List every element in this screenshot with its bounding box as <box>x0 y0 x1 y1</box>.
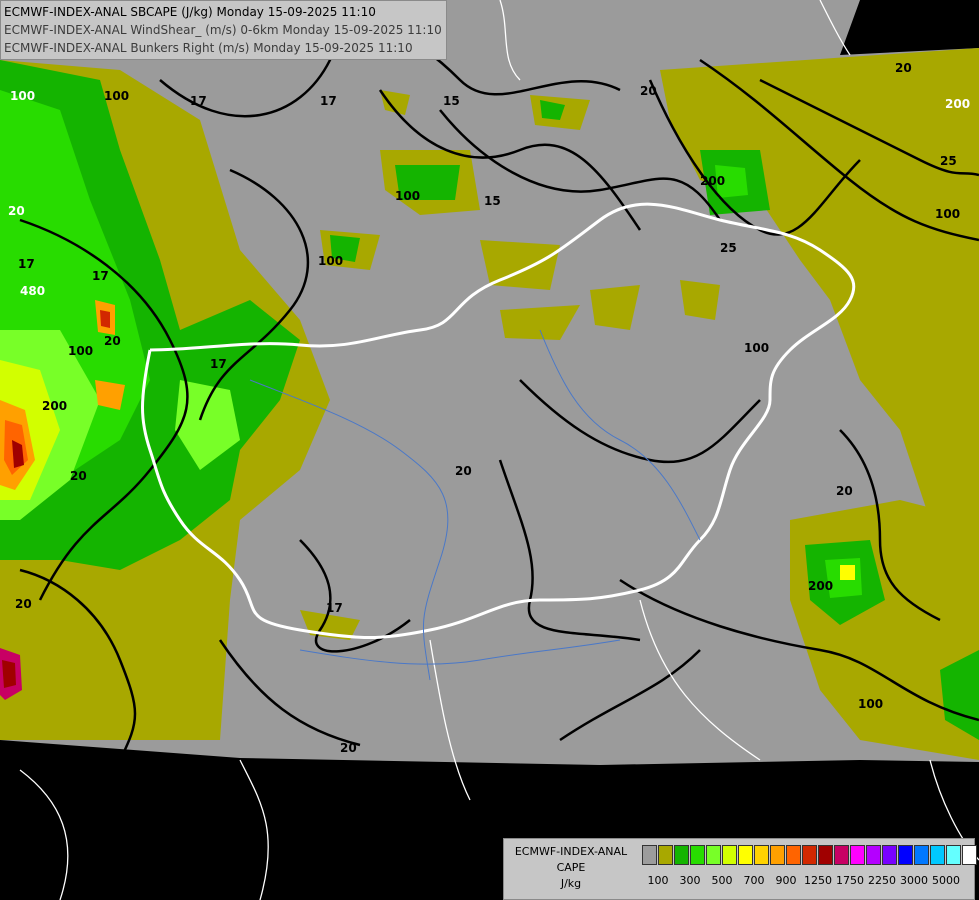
map-titles: ECMWF-INDEX-ANAL SBCAPE (J/kg) Monday 15… <box>0 0 447 60</box>
title-sbcape: ECMWF-INDEX-ANAL SBCAPE (J/kg) Monday 15… <box>4 5 376 19</box>
legend-title-model: ECMWF-INDEX-ANAL <box>514 845 628 858</box>
legend-swatch <box>834 845 849 865</box>
contour-label: 480 <box>20 284 45 298</box>
legend-swatch <box>898 845 913 865</box>
legend-swatch <box>690 845 705 865</box>
legend-swatch <box>946 845 961 865</box>
legend-tick-label: 5000 <box>932 874 960 887</box>
legend-swatch <box>770 845 785 865</box>
contour-label: 100 <box>318 254 343 268</box>
contour-label: 25 <box>720 241 737 255</box>
contour-label: 20 <box>15 597 32 611</box>
legend-tick-label: 1250 <box>804 874 832 887</box>
contour-label: 100 <box>935 207 960 221</box>
legend-swatch <box>818 845 833 865</box>
legend-swatches <box>642 845 978 865</box>
legend-swatch <box>674 845 689 865</box>
legend-tick-label: 3000 <box>900 874 928 887</box>
legend-tick-label: 500 <box>711 874 733 887</box>
weather-map: 100 100 17 17 15 20 20 200 100 15 17 17 … <box>0 0 979 900</box>
contour-label: 15 <box>443 94 460 108</box>
contour-label: 20 <box>8 204 25 218</box>
legend-swatch <box>802 845 817 865</box>
legend-swatch <box>754 845 769 865</box>
contour-label: 17 <box>18 257 35 271</box>
contour-label: 17 <box>92 269 109 283</box>
title-windshear: ECMWF-INDEX-ANAL WindShear_ (m/s) 0-6km … <box>4 23 442 37</box>
contour-label: 17 <box>320 94 337 108</box>
contour-label: 20 <box>640 84 657 98</box>
legend-tick-label: 1750 <box>836 874 864 887</box>
legend-tick-label: 300 <box>679 874 701 887</box>
legend-tick-label: 2250 <box>868 874 896 887</box>
contour-label: 25 <box>940 154 957 168</box>
legend-swatch <box>882 845 897 865</box>
contour-label: 17 <box>190 94 207 108</box>
legend-swatch <box>706 845 721 865</box>
contour-label: 100 <box>744 341 769 355</box>
contour-label: 20 <box>340 741 357 755</box>
contour-label: 100 <box>68 344 93 358</box>
contour-label: 100 <box>858 697 883 711</box>
legend-swatch <box>914 845 929 865</box>
contour-label: 20 <box>895 61 912 75</box>
contour-label: 200 <box>42 399 67 413</box>
legend-tick-label: 700 <box>743 874 765 887</box>
legend-swatch <box>658 845 673 865</box>
contour-label: 20 <box>70 469 87 483</box>
legend-title-variable: CAPE <box>556 861 586 874</box>
legend-swatch <box>866 845 881 865</box>
contour-label: 20 <box>455 464 472 478</box>
title-bunkers: ECMWF-INDEX-ANAL Bunkers Right (m/s) Mon… <box>4 41 413 55</box>
legend-swatch <box>786 845 801 865</box>
contour-label: 200 <box>945 97 970 111</box>
legend-swatch <box>642 845 657 865</box>
legend-title-unit: J/kg <box>560 877 582 890</box>
contour-label: 20 <box>104 334 121 348</box>
legend-swatch <box>738 845 753 865</box>
contour-label: 200 <box>808 579 833 593</box>
contour-label: 15 <box>484 194 501 208</box>
contour-label: 200 <box>700 174 725 188</box>
legend-swatch <box>850 845 865 865</box>
contour-label: 100 <box>104 89 129 103</box>
cape-legend: ECMWF-INDEX-ANAL CAPE J/kg 100 300 500 700 9… <box>503 838 978 900</box>
legend-tick-label: 900 <box>775 874 797 887</box>
legend-ticks: 100 300 500 700 900 1250 1750 2250 3000 5000 <box>642 874 972 888</box>
legend-tick-label: 100 <box>647 874 669 887</box>
contour-label: 100 <box>10 89 35 103</box>
contour-label: 17 <box>326 601 343 615</box>
contour-label: 20 <box>836 484 853 498</box>
legend-swatch <box>962 845 977 865</box>
legend-swatch <box>930 845 945 865</box>
legend-swatch <box>722 845 737 865</box>
contour-label: 17 <box>210 357 227 371</box>
contour-label: 100 <box>395 189 420 203</box>
